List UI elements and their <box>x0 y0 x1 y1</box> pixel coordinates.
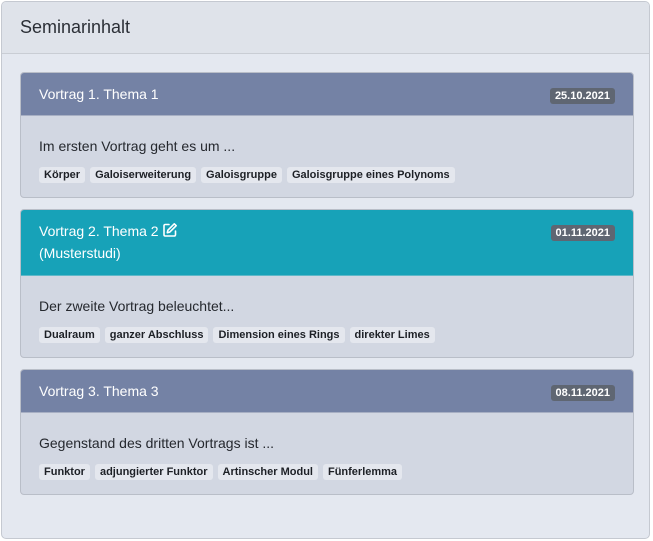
talk-card-body: Im ersten Vortrag geht es um ... Körper … <box>21 116 633 197</box>
talk-title: Vortrag 3. Thema 3 <box>39 383 159 399</box>
edit-square-icon[interactable] <box>162 222 178 238</box>
tag: Dualraum <box>39 327 100 343</box>
talk-description: Gegenstand des dritten Vortrags ist ... <box>39 435 275 451</box>
talk-title-row: Vortrag 2. Thema 2 <box>39 222 615 241</box>
tag: adjungierter Funktor <box>94 464 213 480</box>
tag-list: Körper Galoiserweiterung Galoisgruppe Ga… <box>39 167 615 183</box>
presenter-name: (Musterstudi) <box>39 245 121 261</box>
tag: Galoiserweiterung <box>90 167 197 183</box>
tag: direkter Limes <box>349 327 435 343</box>
talk-title: Vortrag 1. Thema 1 <box>39 86 159 102</box>
tag-list: Dualraum ganzer Abschluss Dimension eine… <box>39 327 615 343</box>
talk-card: Vortrag 1. Thema 1 25.10.2021 Im ersten … <box>20 72 634 198</box>
talk-description: Der zweite Vortrag beleuchtet... <box>39 298 235 314</box>
talk-card: Vortrag 2. Thema 2 (Musterstudi) 01.11.2… <box>20 209 634 358</box>
tag: Artinscher Modul <box>217 464 318 480</box>
tag: ganzer Abschluss <box>104 327 209 343</box>
talk-card-header[interactable]: Vortrag 3. Thema 3 08.11.2021 <box>21 370 633 413</box>
talk-card-body: Der zweite Vortrag beleuchtet... Dualrau… <box>21 276 633 357</box>
date-badge: 25.10.2021 <box>549 88 615 104</box>
panel-title: Seminarinhalt <box>20 17 131 37</box>
talk-card: Vortrag 3. Thema 3 08.11.2021 Gegenstand… <box>20 369 634 495</box>
tag: Galoisgruppe eines Polynoms <box>286 167 455 183</box>
tag: Körper <box>39 167 86 183</box>
panel-header: Seminarinhalt <box>2 2 649 54</box>
talk-card-header[interactable]: Vortrag 1. Thema 1 25.10.2021 <box>21 73 633 116</box>
tag-list: Funktor adjungierter Funktor Artinscher … <box>39 464 615 480</box>
seminar-panel: Seminarinhalt Vortrag 1. Thema 1 25.10.2… <box>1 1 650 539</box>
talk-title: Vortrag 2. Thema 2 <box>39 223 159 239</box>
tag: Galoisgruppe <box>201 167 282 183</box>
tag: Dimension eines Rings <box>213 327 345 343</box>
tag: Fünferlemma <box>322 464 403 480</box>
talk-description: Im ersten Vortrag geht es um ... <box>39 138 236 154</box>
date-badge: 01.11.2021 <box>550 225 615 241</box>
talk-card-body: Gegenstand des dritten Vortrags ist ... … <box>21 413 633 494</box>
talk-card-header[interactable]: Vortrag 2. Thema 2 (Musterstudi) 01.11.2… <box>21 210 633 276</box>
talk-list: Vortrag 1. Thema 1 25.10.2021 Im ersten … <box>20 72 634 506</box>
date-badge: 08.11.2021 <box>550 385 615 401</box>
tag: Funktor <box>39 464 90 480</box>
